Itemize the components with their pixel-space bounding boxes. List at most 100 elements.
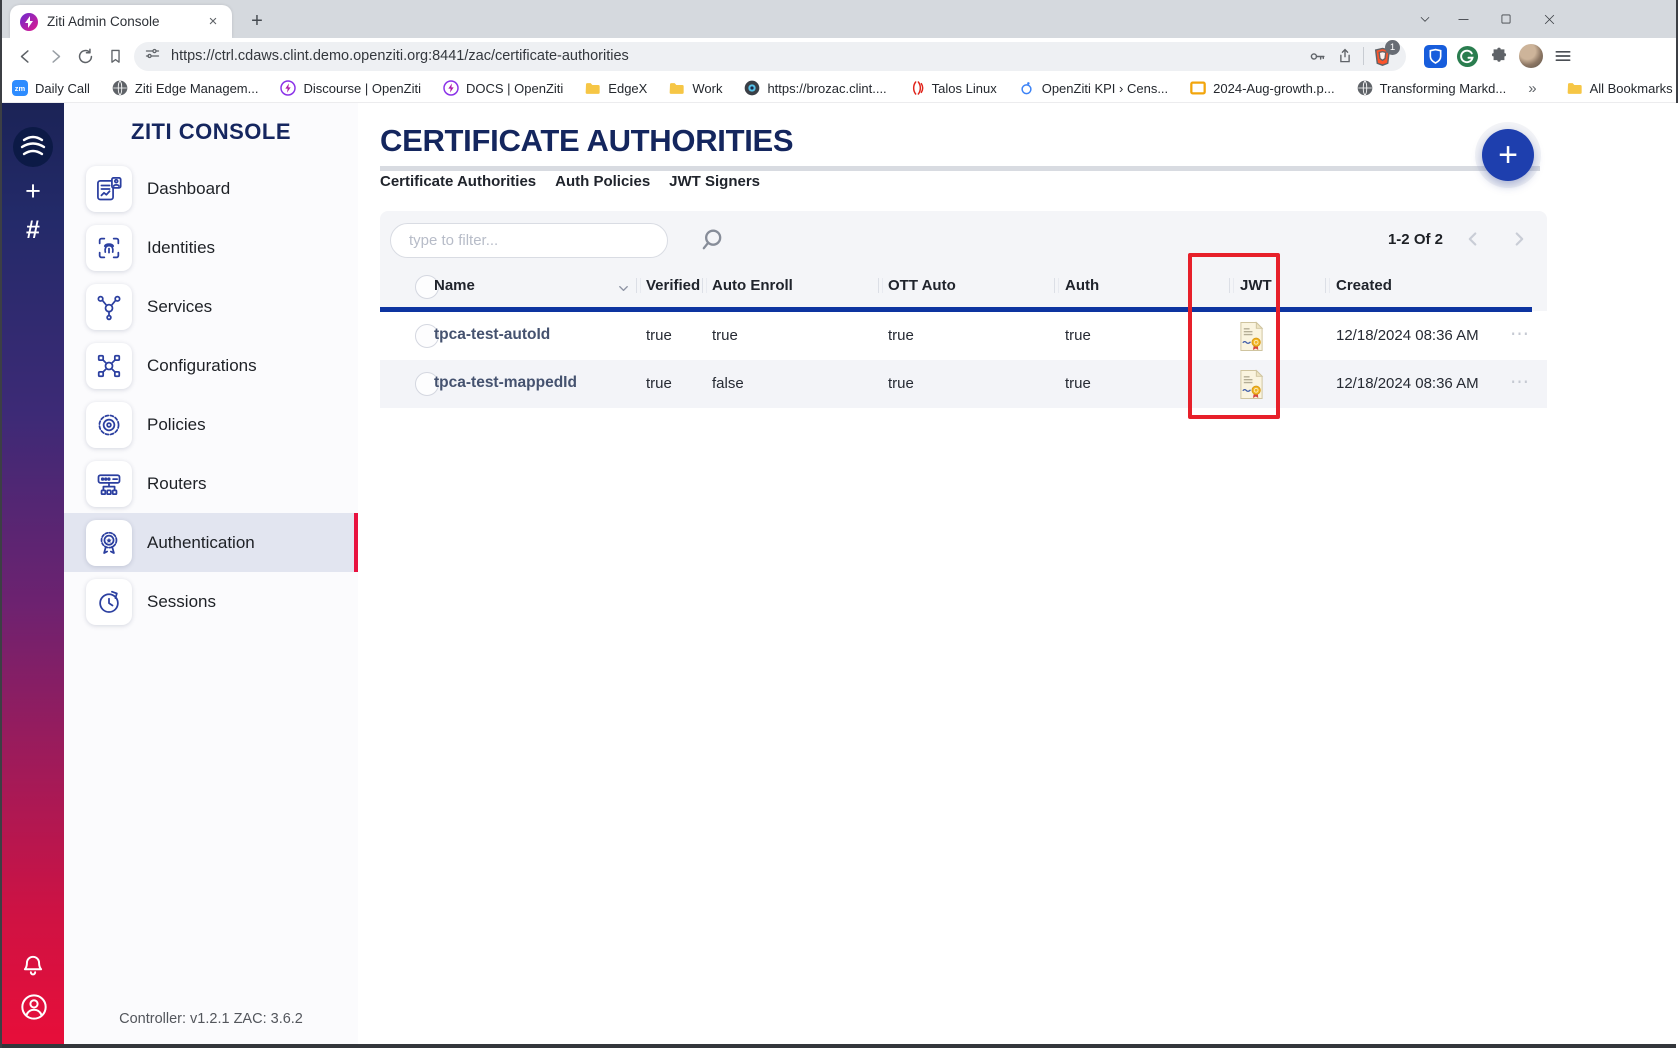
- page-title: CERTIFICATE AUTHORITIES: [380, 123, 793, 159]
- sessions-clock-icon: [86, 579, 132, 625]
- url-text[interactable]: https://ctrl.cdaws.clint.demo.openziti.o…: [171, 48, 1303, 64]
- new-tab-button[interactable]: +: [244, 8, 270, 34]
- rail-add-button[interactable]: +: [2, 176, 64, 207]
- column-header-name[interactable]: Name: [434, 277, 475, 294]
- reload-button[interactable]: [70, 41, 100, 71]
- bitwarden-extension-icon[interactable]: [1420, 41, 1450, 71]
- ca-name[interactable]: tpca-test-autoId: [434, 326, 550, 344]
- tab-jwt-signers[interactable]: JWT Signers: [669, 173, 760, 190]
- sidebar-item-dashboard[interactable]: Dashboard: [64, 159, 358, 218]
- url-separator: [1363, 47, 1364, 65]
- tab-close-icon[interactable]: ×: [204, 13, 222, 31]
- notifications-bell-icon[interactable]: [20, 953, 46, 979]
- table-row[interactable]: tpca-test-autoId true true true true 12/…: [380, 312, 1547, 360]
- bookmark-transforming-markd[interactable]: Transforming Markd...: [1357, 80, 1507, 96]
- ca-name[interactable]: tpca-test-mappedId: [434, 374, 577, 392]
- openziti-logo[interactable]: [12, 126, 54, 168]
- browser-toolbar: https://ctrl.cdaws.clint.demo.openziti.o…: [2, 38, 1676, 74]
- bookmarks-bar: zm Daily Call Ziti Edge Managem... Disco…: [2, 74, 1676, 103]
- menu-hamburger-icon[interactable]: [1548, 41, 1578, 71]
- search-icon[interactable]: [698, 226, 726, 254]
- jwt-certificate-icon[interactable]: [1238, 369, 1265, 400]
- add-certificate-authority-button[interactable]: +: [1482, 129, 1534, 181]
- bookmark-discourse-openziti[interactable]: Discourse | OpenZiti: [280, 80, 421, 96]
- network-nodes-icon: [86, 284, 132, 330]
- version-footer: Controller: v1.2.1 ZAC: 3.6.2: [64, 1011, 358, 1027]
- sort-chevron-icon[interactable]: [616, 281, 631, 296]
- column-header-ott-auto[interactable]: OTT Auto: [888, 277, 956, 294]
- sidebar-item-services[interactable]: Services: [64, 277, 358, 336]
- all-bookmarks-button[interactable]: All Bookmarks: [1567, 80, 1673, 96]
- pagination-prev-icon[interactable]: [1462, 228, 1486, 252]
- bookmark-2024-aug-growth[interactable]: 2024-Aug-growth.p...: [1190, 80, 1334, 96]
- sidebar-item-authentication[interactable]: Authentication: [64, 513, 358, 572]
- sidebar-item-policies[interactable]: Policies: [64, 395, 358, 454]
- bookmark-brozac[interactable]: https://brozac.clint....: [744, 80, 886, 96]
- talos-icon: [909, 80, 925, 96]
- filter-input[interactable]: [390, 223, 668, 258]
- brave-shield-icon[interactable]: 1: [1368, 42, 1396, 70]
- rail-hash-button[interactable]: #: [2, 216, 64, 245]
- folder-icon: [585, 80, 601, 96]
- table-header-row: Name Verified Auto Enroll OTT Auto Auth …: [380, 263, 1547, 311]
- tab-auth-policies[interactable]: Auth Policies: [555, 173, 650, 190]
- bookmark-openziti-kpi[interactable]: OpenZiti KPI › Cens...: [1019, 80, 1168, 96]
- site-settings-icon[interactable]: [144, 45, 161, 67]
- column-header-created[interactable]: Created: [1336, 277, 1392, 294]
- column-header-auth[interactable]: Auth: [1065, 277, 1099, 294]
- browser-window: Ziti Admin Console × +: [0, 0, 1678, 1048]
- bookmark-ziti-edge[interactable]: Ziti Edge Managem...: [112, 80, 259, 96]
- globe-icon: [112, 80, 128, 96]
- app-rail: + #: [2, 103, 64, 1048]
- back-button[interactable]: [10, 41, 40, 71]
- profile-avatar[interactable]: [1516, 41, 1546, 71]
- password-key-icon[interactable]: [1303, 42, 1331, 70]
- created-value: 12/18/2024 08:36 AM: [1336, 375, 1479, 392]
- maximize-button[interactable]: [1489, 4, 1523, 34]
- pagination-next-icon[interactable]: [1508, 228, 1532, 252]
- table-row[interactable]: tpca-test-mappedId true false true true …: [380, 360, 1547, 408]
- jwt-certificate-icon[interactable]: [1238, 321, 1265, 352]
- browser-tab[interactable]: Ziti Admin Console ×: [10, 5, 232, 38]
- auth-value: true: [1065, 327, 1091, 344]
- ziti-favicon-icon: [20, 13, 38, 31]
- doc-icon: [1190, 80, 1206, 96]
- bookmarks-overflow-chevron[interactable]: »: [1528, 80, 1536, 97]
- tab-title: Ziti Admin Console: [47, 14, 204, 29]
- bookmark-folder-work[interactable]: Work: [669, 80, 722, 96]
- app-brand: ZITI CONSOLE: [64, 119, 358, 145]
- sidebar-item-sessions[interactable]: Sessions: [64, 572, 358, 631]
- column-header-verified[interactable]: Verified: [646, 277, 700, 294]
- globe-icon: [1357, 80, 1373, 96]
- share-icon[interactable]: [1331, 42, 1359, 70]
- pagination-label: 1-2 Of 2: [1323, 231, 1443, 248]
- ott-auto-value: true: [888, 375, 914, 392]
- bookmark-flag-icon[interactable]: [100, 41, 130, 71]
- auto-enroll-value: true: [712, 327, 738, 344]
- bookmark-docs-openziti[interactable]: DOCS | OpenZiti: [443, 80, 563, 96]
- extensions-puzzle-icon[interactable]: [1484, 41, 1514, 71]
- auto-enroll-value: false: [712, 375, 744, 392]
- tab-certificate-authorities[interactable]: Certificate Authorities: [380, 173, 536, 190]
- url-bar[interactable]: https://ctrl.cdaws.clint.demo.openziti.o…: [134, 42, 1406, 71]
- row-menu-button[interactable]: ⋯: [1510, 371, 1530, 394]
- sidebar-item-routers[interactable]: Routers: [64, 454, 358, 513]
- bookmark-daily-call[interactable]: zm Daily Call: [12, 80, 90, 96]
- forward-button[interactable]: [40, 41, 70, 71]
- zoom-app-icon: zm: [12, 80, 28, 96]
- tab-bar: Ziti Admin Console × +: [2, 0, 1676, 38]
- verified-value: true: [646, 375, 672, 392]
- column-header-jwt[interactable]: JWT: [1240, 277, 1272, 294]
- bookmark-talos-linux[interactable]: Talos Linux: [909, 80, 997, 96]
- minimize-button[interactable]: [1446, 4, 1480, 34]
- tab-search-chevron-icon[interactable]: [1408, 4, 1442, 34]
- close-window-button[interactable]: [1532, 4, 1566, 34]
- grammarly-extension-icon[interactable]: [1452, 41, 1482, 71]
- row-menu-button[interactable]: ⋯: [1510, 323, 1530, 346]
- auth-value: true: [1065, 375, 1091, 392]
- sidebar-item-configurations[interactable]: Configurations: [64, 336, 358, 395]
- bookmark-folder-edgex[interactable]: EdgeX: [585, 80, 647, 96]
- account-profile-icon[interactable]: [20, 993, 46, 1019]
- sidebar-item-identities[interactable]: Identities: [64, 218, 358, 277]
- column-header-auto-enroll[interactable]: Auto Enroll: [712, 277, 793, 294]
